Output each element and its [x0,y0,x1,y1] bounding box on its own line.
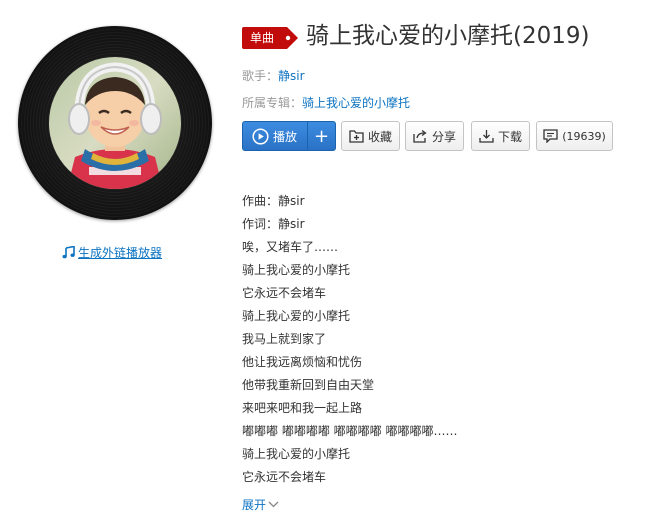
lyric-line: 他让我远离烦恼和忧伤 [242,355,363,369]
add-label: + [313,125,330,147]
download-icon [479,130,494,143]
expand-lyrics-link[interactable]: 展开 [242,496,279,513]
lyric-line: 骑上我心爱的小摩托 [242,447,351,461]
album-label: 所属专辑： [242,96,303,110]
lyric-line: 嘟嘟嘟 嘟嘟嘟嘟 嘟嘟嘟嘟 嘟嘟嘟嘟…… [242,424,458,438]
lyric-line: 他带我重新回到自由天堂 [242,378,375,392]
singer-label: 歌手： [242,69,279,83]
album-cover-disc [18,26,212,220]
lyric-line: 唉，又堵车了…… [242,240,339,254]
lyric-line: 我马上就到家了 [242,332,327,346]
download-label: 下载 [497,129,522,144]
chevron-down-icon [268,501,279,508]
lyric-line: 骑上我心爱的小摩托 [242,263,351,277]
lyric-line: 作词：静sir [242,217,305,231]
lyric-line: 它永远不会堵车 [242,286,327,300]
favorite-label: 收藏 [367,129,392,144]
comment-icon [543,129,558,143]
comments-button[interactable]: (19639) [536,121,613,151]
comments-count: (19639) [562,129,606,143]
add-to-playlist-button[interactable]: + [307,121,336,151]
music-note-icon [62,246,75,259]
album-row: 所属专辑：骑上我心爱的小摩托 [242,95,410,111]
share-icon [413,129,427,143]
song-type-badge: 单曲 [242,27,298,49]
expand-label: 展开 [242,498,267,512]
lyric-line: 它永远不会堵车 [242,470,327,484]
lyric-line: 来吧来吧和我一起上路 [242,401,363,415]
folder-add-icon [349,130,364,143]
share-label: 分享 [431,129,456,144]
song-title: 骑上我心爱的小摩托(2019) [306,23,590,49]
generate-external-player-link[interactable]: 生成外链播放器 [62,244,162,261]
favorite-button[interactable]: 收藏 [341,121,400,151]
lyric-line: 作曲：静sir [242,194,305,208]
player-link-label: 生成外链播放器 [78,246,163,260]
lyric-line: 骑上我心爱的小摩托 [242,309,351,323]
badge-label: 单曲 [250,31,275,45]
album-link[interactable]: 骑上我心爱的小摩托 [302,96,410,110]
lyrics-list: 作曲：静sir 作词：静sir 唉，又堵车了…… 骑上我心爱的小摩托 它永远不会… [242,192,457,491]
singer-link[interactable]: 静sir [278,69,305,83]
play-label: 播放 [273,129,298,144]
download-button[interactable]: 下载 [471,121,530,151]
play-button[interactable]: 播放 [242,121,308,151]
singer-row: 歌手：静sir [242,68,305,84]
share-button[interactable]: 分享 [405,121,464,151]
play-circle-icon [252,127,269,145]
album-cover-image [49,57,181,189]
